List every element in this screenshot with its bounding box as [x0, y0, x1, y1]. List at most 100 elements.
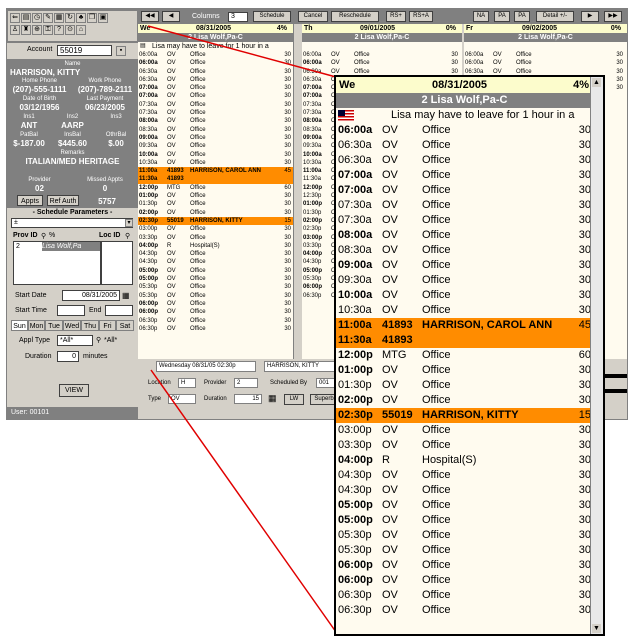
schedule-row[interactable]: 02:30p 55019 HARRISON, KITTY 15 [336, 408, 593, 423]
row-desc: Office [422, 154, 451, 166]
row-desc: Office [422, 304, 451, 316]
zoom-header: We 08/31/2005 4% [336, 77, 593, 93]
row-time: 07:30a [338, 199, 372, 211]
row-desc: Office [422, 529, 451, 541]
schedule-row[interactable]: 09:30aOVOffice30 [336, 273, 593, 288]
zoom-note-text: Lisa may have to leave for 1 hour in a [391, 109, 575, 121]
row-code: OV [382, 289, 398, 301]
row-desc: Office [422, 559, 451, 571]
row-code: OV [382, 259, 398, 271]
row-time: 07:30a [338, 214, 372, 226]
row-code: OV [382, 394, 398, 406]
schedule-row[interactable]: 03:30pOVOffice30 [336, 438, 593, 453]
row-code: OV [382, 424, 398, 436]
row-code: 55019 [382, 409, 413, 421]
schedule-row[interactable]: 05:00pOVOffice30 [336, 498, 593, 513]
row-code: OV [382, 604, 398, 616]
row-desc: Office [422, 169, 451, 181]
row-code: 41893 [382, 319, 413, 331]
schedule-row[interactable]: 08:00aOVOffice30 [336, 228, 593, 243]
row-time: 08:00a [338, 229, 373, 241]
schedule-row[interactable]: 01:30pOVOffice30 [336, 378, 593, 393]
zoom-scrollbar[interactable]: ▲ ▼ [590, 77, 603, 634]
row-time: 06:30a [338, 139, 372, 151]
row-desc: Office [422, 244, 451, 256]
schedule-row[interactable]: 08:30aOVOffice30 [336, 243, 593, 258]
schedule-row[interactable]: 11:00a 41893 HARRISON, CAROL ANN 45 [336, 318, 593, 333]
row-desc: Office [422, 139, 451, 151]
row-code: OV [382, 364, 398, 376]
row-desc: Office [422, 544, 451, 556]
row-desc: Hospital(S) [422, 454, 477, 466]
scroll-down-icon[interactable]: ▼ [592, 624, 601, 633]
schedule-row[interactable]: 07:30aOVOffice30 [336, 198, 593, 213]
row-desc: Office [422, 514, 451, 526]
schedule-row[interactable]: 06:00pOVOffice30 [336, 558, 593, 573]
row-code: OV [382, 139, 398, 151]
schedule-row[interactable]: 07:00aOVOffice30 [336, 168, 593, 183]
schedule-row[interactable]: 07:00aOVOffice30 [336, 183, 593, 198]
row-code: OV [382, 559, 398, 571]
row-time: 05:00p [338, 499, 373, 511]
row-time: 01:00p [338, 364, 373, 376]
schedule-row[interactable]: 06:30pOVOffice30 [336, 588, 593, 603]
row-time: 11:00a [338, 319, 372, 331]
zoom-day: We [339, 79, 356, 91]
schedule-row[interactable]: 10:00aOVOffice30 [336, 288, 593, 303]
zoom-pct: 4% [573, 79, 589, 91]
schedule-row[interactable]: 06:30aOVOffice30 [336, 138, 593, 153]
row-time: 08:30a [338, 244, 372, 256]
row-code: MTG [382, 349, 407, 361]
zoomed-schedule-column: We 08/31/2005 4% 2 Lisa Wolf,Pa-C Lisa m… [334, 75, 605, 636]
schedule-row[interactable]: 09:00aOVOffice30 [336, 258, 593, 273]
schedule-row[interactable]: 03:00pOVOffice30 [336, 423, 593, 438]
row-desc: Office [422, 484, 451, 496]
zoom-date: 08/31/2005 [432, 79, 488, 91]
row-desc: Office [422, 424, 451, 436]
row-time: 06:30p [338, 604, 372, 616]
row-desc: Office [422, 349, 451, 361]
schedule-row[interactable]: 06:30aOVOffice30 [336, 153, 593, 168]
row-desc: Office [422, 364, 451, 376]
row-desc: Office [422, 394, 451, 406]
schedule-row[interactable]: 01:00pOVOffice30 [336, 363, 593, 378]
row-desc: Office [422, 229, 451, 241]
row-time: 12:00p [338, 349, 373, 361]
scroll-up-icon[interactable]: ▲ [592, 78, 601, 87]
row-time: 11:30a [338, 334, 372, 346]
row-time: 03:00p [338, 424, 372, 436]
row-time: 02:30p [338, 409, 373, 421]
schedule-row[interactable]: 07:30aOVOffice30 [336, 213, 593, 228]
row-code: OV [382, 469, 398, 481]
row-code: OV [382, 199, 398, 211]
schedule-row[interactable]: 06:00pOVOffice30 [336, 573, 593, 588]
schedule-row[interactable]: 05:00pOVOffice30 [336, 513, 593, 528]
schedule-row[interactable]: 06:30pOVOffice30 [336, 603, 593, 618]
row-desc: Office [422, 499, 451, 511]
schedule-row[interactable]: 11:30a 41893 [336, 333, 593, 348]
schedule-row[interactable]: 04:30pOVOffice30 [336, 483, 593, 498]
schedule-row[interactable]: 05:30pOVOffice30 [336, 528, 593, 543]
row-code: OV [382, 214, 398, 226]
schedule-row[interactable]: 12:00p MTG Office 60 [336, 348, 593, 363]
row-time: 02:00p [338, 394, 373, 406]
zoom-note: Lisa may have to leave for 1 hour in a [336, 108, 593, 123]
row-code: OV [382, 304, 398, 316]
row-code: OV [382, 514, 398, 526]
row-time: 05:30p [338, 529, 372, 541]
row-code: OV [382, 154, 398, 166]
schedule-row[interactable]: 06:00aOVOffice30 [336, 123, 593, 138]
row-code: OV [382, 529, 398, 541]
schedule-row[interactable]: 04:00p R Hospital(S) 30 [336, 453, 593, 468]
row-code: OV [382, 439, 398, 451]
row-desc: Office [422, 379, 451, 391]
row-desc: HARRISON, CAROL ANN [422, 319, 553, 331]
zoom-provider: 2 Lisa Wolf,Pa-C [336, 93, 593, 108]
schedule-row[interactable]: 05:30pOVOffice30 [336, 543, 593, 558]
row-time: 07:00a [338, 169, 373, 181]
schedule-row[interactable]: 04:30pOVOffice30 [336, 468, 593, 483]
schedule-row[interactable]: 10:30aOVOffice30 [336, 303, 593, 318]
row-time: 06:30a [338, 154, 372, 166]
row-desc: Office [422, 289, 451, 301]
schedule-row[interactable]: 02:00pOVOffice30 [336, 393, 593, 408]
